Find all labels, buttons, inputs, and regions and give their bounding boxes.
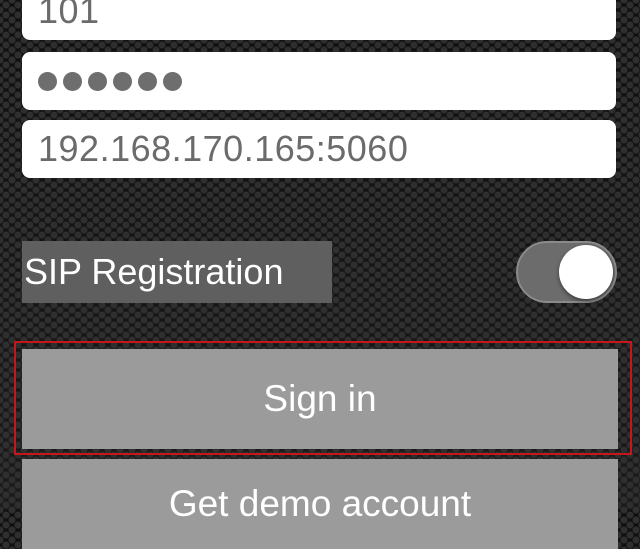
- password-dot: [138, 71, 157, 91]
- password-dot: [88, 71, 107, 91]
- password-field[interactable]: [22, 52, 616, 110]
- username-field[interactable]: 101: [22, 0, 616, 40]
- password-dot: [163, 71, 182, 91]
- username-value: 101: [38, 0, 100, 31]
- sip-registration-toggle[interactable]: [516, 241, 617, 303]
- server-address-field[interactable]: 192.168.170.165:5060: [22, 120, 616, 178]
- sip-registration-label: SIP Registration: [22, 241, 332, 303]
- get-demo-account-button[interactable]: Get demo account: [22, 459, 618, 549]
- password-dot: [63, 71, 82, 91]
- sign-in-button[interactable]: Sign in: [22, 349, 618, 449]
- password-dot: [113, 71, 132, 91]
- toggle-knob: [559, 245, 613, 299]
- server-address-value: 192.168.170.165:5060: [38, 128, 409, 169]
- password-dot: [38, 71, 57, 91]
- password-mask: [38, 52, 182, 110]
